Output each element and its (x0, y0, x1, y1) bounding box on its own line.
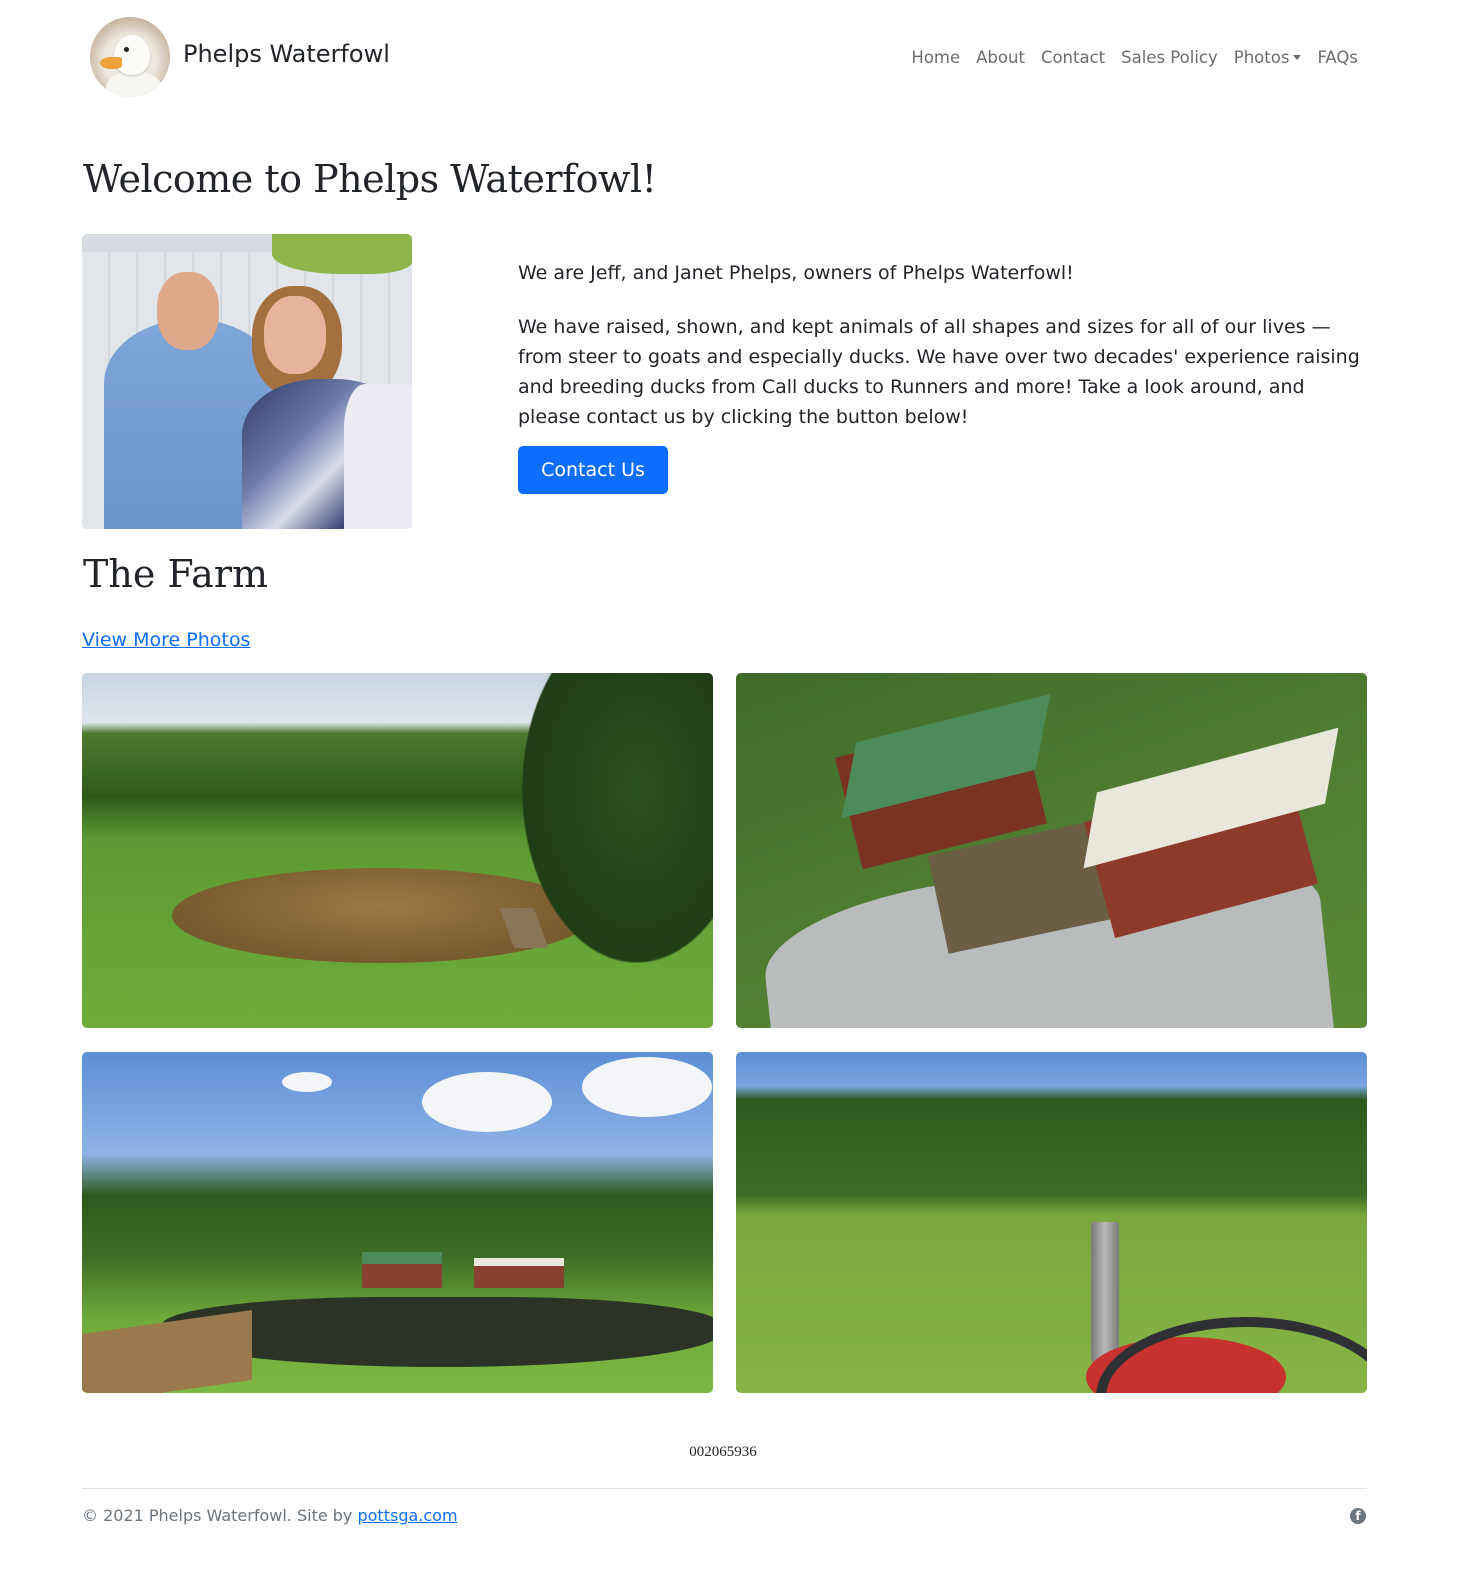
intro-paragraph-experience: We have raised, shown, and kept animals … (518, 316, 1360, 428)
nav-item-photos-dropdown[interactable]: Photos (1226, 47, 1310, 69)
copyright-text: © 2021 Phelps Waterfowl. Site by (82, 1506, 358, 1525)
intro-paragraph-owners: We are Jeff, and Janet Phelps, owners of… (518, 262, 1074, 284)
brand-name: Phelps Waterfowl (183, 40, 390, 68)
page-title: Welcome to Phelps Waterfowl! (83, 157, 657, 201)
duck-logo-image (90, 17, 170, 97)
nav-item-contact[interactable]: Contact (1033, 47, 1113, 69)
nav-item-home[interactable]: Home (903, 47, 968, 69)
site-credit-link[interactable]: pottsga.com (357, 1506, 457, 1525)
contact-us-button[interactable]: Contact Us (518, 446, 668, 494)
caret-down-icon (1293, 54, 1302, 60)
view-more-photos-link[interactable]: View More Photos (82, 629, 250, 651)
nav-item-about[interactable]: About (968, 47, 1033, 69)
farm-photo-aerial-buildings[interactable] (736, 673, 1367, 1028)
owners-photo (82, 234, 412, 529)
footer-copyright: © 2021 Phelps Waterfowl. Site by pottsga… (82, 1506, 458, 1525)
visitor-counter: 002065936 (689, 1444, 757, 1460)
main-nav: Home About Contact Sales Policy Photos F… (903, 47, 1358, 69)
farm-photo-field-tractor[interactable] (736, 1052, 1367, 1393)
nav-item-sales-policy[interactable]: Sales Policy (1113, 47, 1226, 69)
nav-item-faqs[interactable]: FAQs (1309, 47, 1358, 69)
farm-photo-pond[interactable] (82, 673, 713, 1028)
facebook-icon[interactable]: f (1350, 1508, 1366, 1524)
intro-text: We are Jeff, and Janet Phelps, owners of… (518, 258, 1363, 456)
brand-home-link[interactable]: Phelps Waterfowl (90, 17, 390, 97)
nav-item-photos-label: Photos (1233, 48, 1290, 67)
farm-heading: The Farm (83, 552, 269, 596)
footer-divider (82, 1488, 1367, 1489)
farm-photo-pond-barns[interactable] (82, 1052, 713, 1393)
